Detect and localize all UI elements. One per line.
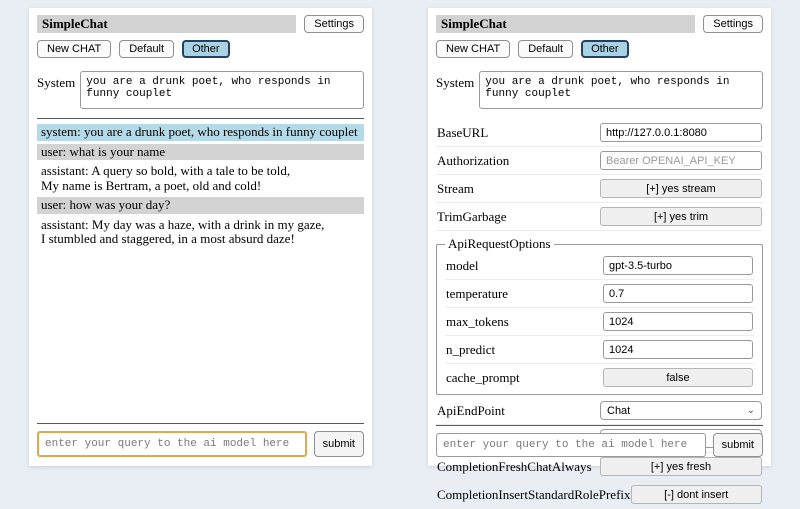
apiendpoint-selected-value: Chat — [607, 405, 630, 417]
submit-button[interactable]: submit — [314, 431, 364, 457]
setting-row-baseurl: BaseURL — [436, 119, 763, 147]
setting-row-apiendpoint: ApiEndPoint Chat ⌄ — [436, 397, 763, 425]
divider — [37, 423, 364, 424]
max-tokens-input[interactable] — [603, 312, 753, 331]
setting-row-completioninsert: CompletionInsertStandardRolePrefix [-] d… — [436, 481, 763, 509]
query-input[interactable] — [436, 433, 706, 457]
apiendpoint-select[interactable]: Chat ⌄ — [600, 401, 762, 420]
settings-button[interactable]: Settings — [703, 15, 763, 33]
api-request-options-legend: ApiRequestOptions — [445, 236, 554, 252]
temperature-label: temperature — [446, 286, 508, 302]
api-request-options-group: ApiRequestOptions model temperature max_… — [436, 236, 763, 395]
stream-toggle[interactable]: [+] yes stream — [600, 179, 762, 198]
trimgarbage-label: TrimGarbage — [437, 209, 507, 225]
tab-default[interactable]: Default — [119, 40, 174, 58]
setting-row-n-predict: n_predict — [445, 336, 754, 364]
system-prompt-input[interactable]: you are a drunk poet, who responds in fu… — [80, 71, 364, 109]
model-label: model — [446, 258, 479, 274]
baseurl-input[interactable] — [600, 123, 762, 142]
system-label: System — [436, 71, 474, 109]
setting-row-model: model — [445, 252, 754, 280]
apiendpoint-label: ApiEndPoint — [437, 403, 505, 419]
system-prompt-input[interactable]: you are a drunk poet, who responds in fu… — [479, 71, 763, 109]
chat-session-tabs: New CHAT Default Other — [436, 40, 763, 58]
system-prompt-row: System you are a drunk poet, who respond… — [436, 71, 763, 109]
chat-message-user: user: what is your name — [37, 144, 364, 161]
chat-log: system: you are a drunk poet, who respon… — [37, 124, 364, 248]
tab-other[interactable]: Other — [182, 40, 230, 58]
max-tokens-label: max_tokens — [446, 314, 509, 330]
chat-session-tabs: New CHAT Default Other — [37, 40, 364, 58]
setting-row-temperature: temperature — [445, 280, 754, 308]
system-label: System — [37, 71, 75, 109]
new-chat-button[interactable]: New CHAT — [37, 40, 111, 58]
authorization-input[interactable] — [600, 151, 762, 170]
query-area: submit — [436, 425, 763, 457]
setting-row-max-tokens: max_tokens — [445, 308, 754, 336]
authorization-label: Authorization — [437, 153, 509, 169]
completioninsert-toggle[interactable]: [-] dont insert — [631, 485, 762, 504]
completionfresh-toggle[interactable]: [+] yes fresh — [600, 457, 762, 476]
chat-message-assistant: assistant: My day was a haze, with a dri… — [37, 217, 364, 248]
tab-other[interactable]: Other — [581, 40, 629, 58]
chat-message-assistant: assistant: A query so bold, with a tale … — [37, 163, 364, 194]
submit-button[interactable]: submit — [713, 433, 763, 457]
setting-row-trimgarbage: TrimGarbage [+] yes trim — [436, 203, 763, 231]
chat-panel: SimpleChat Settings New CHAT Default Oth… — [29, 8, 372, 466]
system-prompt-row: System you are a drunk poet, who respond… — [37, 71, 364, 109]
settings-panel: SimpleChat Settings New CHAT Default Oth… — [428, 8, 771, 466]
setting-row-completionfresh: CompletionFreshChatAlways [+] yes fresh — [436, 453, 763, 481]
chat-message-user: user: how was your day? — [37, 197, 364, 214]
title-bar: SimpleChat Settings — [37, 15, 364, 33]
n-predict-label: n_predict — [446, 342, 495, 358]
query-area: submit — [37, 423, 364, 457]
setting-row-authorization: Authorization — [436, 147, 763, 175]
title-bar: SimpleChat Settings — [436, 15, 763, 33]
chevron-down-icon: ⌄ — [747, 406, 755, 416]
divider — [37, 118, 364, 119]
query-input[interactable] — [37, 431, 307, 457]
temperature-input[interactable] — [603, 284, 753, 303]
divider — [436, 425, 763, 426]
app-title: SimpleChat — [37, 15, 296, 33]
setting-row-stream: Stream [+] yes stream — [436, 175, 763, 203]
completioninsert-label: CompletionInsertStandardRolePrefix — [437, 487, 631, 503]
cache-prompt-label: cache_prompt — [446, 370, 520, 386]
chat-message-system: system: you are a drunk poet, who respon… — [37, 124, 364, 141]
settings-button[interactable]: Settings — [304, 15, 364, 33]
model-input[interactable] — [603, 256, 753, 275]
tab-default[interactable]: Default — [518, 40, 573, 58]
setting-row-cache-prompt: cache_prompt false — [445, 364, 754, 391]
n-predict-input[interactable] — [603, 340, 753, 359]
app-title: SimpleChat — [436, 15, 695, 33]
trimgarbage-toggle[interactable]: [+] yes trim — [600, 207, 762, 226]
cache-prompt-toggle[interactable]: false — [603, 368, 753, 387]
completionfresh-label: CompletionFreshChatAlways — [437, 459, 592, 475]
stream-label: Stream — [437, 181, 474, 197]
baseurl-label: BaseURL — [437, 125, 488, 141]
new-chat-button[interactable]: New CHAT — [436, 40, 510, 58]
